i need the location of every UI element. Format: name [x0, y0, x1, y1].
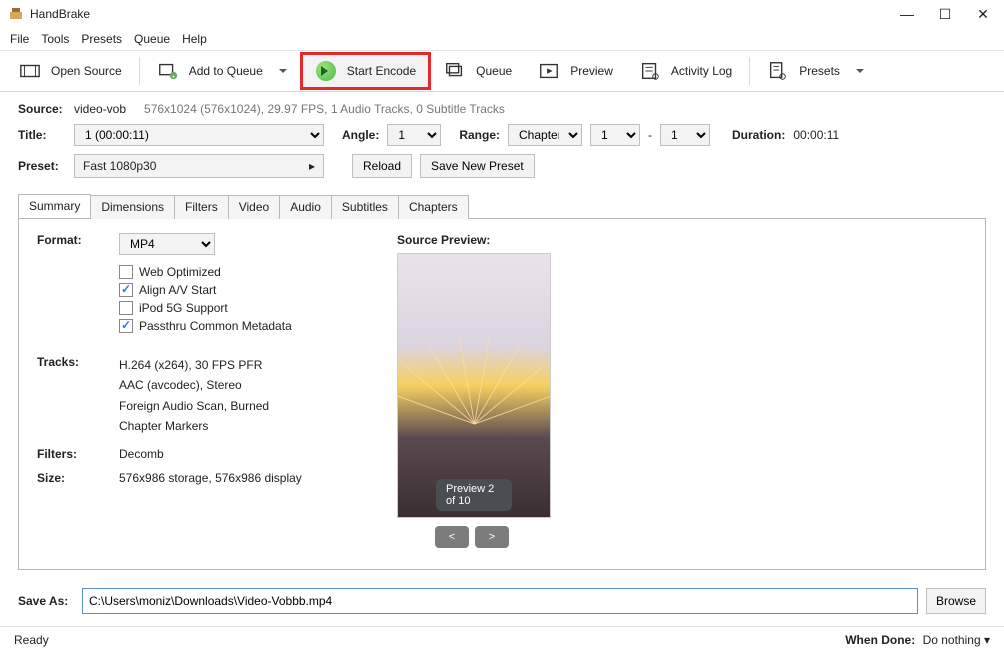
preview-button[interactable]: Preview: [525, 52, 626, 90]
close-button[interactable]: ✕: [976, 7, 990, 21]
menu-tools[interactable]: Tools: [41, 32, 69, 46]
size-label: Size:: [37, 471, 119, 485]
queue-icon: [444, 60, 466, 82]
tab-dimensions[interactable]: Dimensions: [90, 195, 175, 219]
tracks-label: Tracks:: [37, 355, 119, 437]
title-select[interactable]: 1 (00:00:11): [74, 124, 324, 146]
source-preview-label: Source Preview:: [397, 233, 967, 247]
film-icon: [19, 60, 41, 82]
window-title: HandBrake: [30, 7, 900, 21]
format-label: Format:: [37, 233, 119, 255]
play-icon: [315, 60, 337, 82]
save-as-input[interactable]: [82, 588, 918, 614]
minimize-button[interactable]: —: [900, 7, 914, 21]
menu-help[interactable]: Help: [182, 32, 207, 46]
tab-video[interactable]: Video: [228, 195, 280, 219]
menu-file[interactable]: File: [10, 32, 29, 46]
save-as-label: Save As:: [18, 594, 74, 608]
status-text: Ready: [14, 633, 49, 647]
log-icon: [639, 60, 661, 82]
duration-label: Duration:: [732, 128, 785, 142]
angle-select[interactable]: 1: [387, 124, 441, 146]
browse-button[interactable]: Browse: [926, 588, 986, 614]
queue-button[interactable]: Queue: [431, 52, 525, 90]
range-type-select[interactable]: Chapters: [508, 124, 582, 146]
metadata-check[interactable]: Passthru Common Metadata: [119, 319, 357, 333]
size-value: 576x986 storage, 576x986 display: [119, 471, 302, 485]
tab-summary[interactable]: Summary: [18, 194, 91, 218]
source-details: 576x1024 (576x1024), 29.97 FPS, 1 Audio …: [144, 102, 505, 116]
angle-label: Angle:: [342, 128, 379, 142]
menu-presets[interactable]: Presets: [81, 32, 122, 46]
web-optimized-check[interactable]: Web Optimized: [119, 265, 357, 279]
add-queue-icon: +: [157, 60, 179, 82]
tab-subtitles[interactable]: Subtitles: [331, 195, 399, 219]
preview-prev-button[interactable]: <: [435, 526, 469, 548]
align-av-check[interactable]: Align A/V Start: [119, 283, 357, 297]
source-preview-image: Preview 2 of 10: [397, 253, 551, 518]
add-to-queue-button[interactable]: + Add to Queue: [144, 52, 300, 90]
range-label: Range:: [459, 128, 500, 142]
presets-button[interactable]: Presets: [754, 52, 877, 90]
reload-button[interactable]: Reload: [352, 154, 412, 178]
tracks-list: H.264 (x264), 30 FPS PFR AAC (avcodec), …: [119, 355, 269, 437]
tab-chapters[interactable]: Chapters: [398, 195, 469, 219]
preset-label: Preset:: [18, 159, 66, 173]
ipod-check[interactable]: iPod 5G Support: [119, 301, 357, 315]
filters-label: Filters:: [37, 447, 119, 461]
maximize-button[interactable]: ☐: [938, 7, 952, 21]
app-icon: [8, 6, 24, 22]
start-encode-button[interactable]: Start Encode: [300, 52, 431, 90]
preview-icon: [538, 60, 560, 82]
when-done-select[interactable]: Do nothing ▾: [923, 633, 990, 647]
chevron-right-icon: ▸: [309, 159, 315, 173]
range-from-select[interactable]: 1: [590, 124, 640, 146]
when-done-label: When Done:: [845, 633, 915, 647]
tab-audio[interactable]: Audio: [279, 195, 332, 219]
activity-log-button[interactable]: Activity Log: [626, 52, 745, 90]
svg-text:+: +: [171, 73, 175, 80]
save-new-preset-button[interactable]: Save New Preset: [420, 154, 535, 178]
tab-filters[interactable]: Filters: [174, 195, 229, 219]
title-label: Title:: [18, 128, 66, 142]
preset-select[interactable]: Fast 1080p30 ▸: [74, 154, 324, 178]
source-label: Source:: [18, 102, 66, 116]
menu-queue[interactable]: Queue: [134, 32, 170, 46]
open-source-button[interactable]: Open Source: [6, 52, 135, 90]
range-to-select[interactable]: 1: [660, 124, 710, 146]
preview-counter: Preview 2 of 10: [436, 479, 512, 511]
source-name: video-vob: [74, 102, 126, 116]
presets-icon: [767, 60, 789, 82]
filters-value: Decomb: [119, 447, 164, 461]
duration-value: 00:00:11: [793, 128, 839, 142]
chevron-down-icon: ▾: [984, 633, 990, 647]
preview-next-button[interactable]: >: [475, 526, 509, 548]
format-select[interactable]: MP4: [119, 233, 215, 255]
